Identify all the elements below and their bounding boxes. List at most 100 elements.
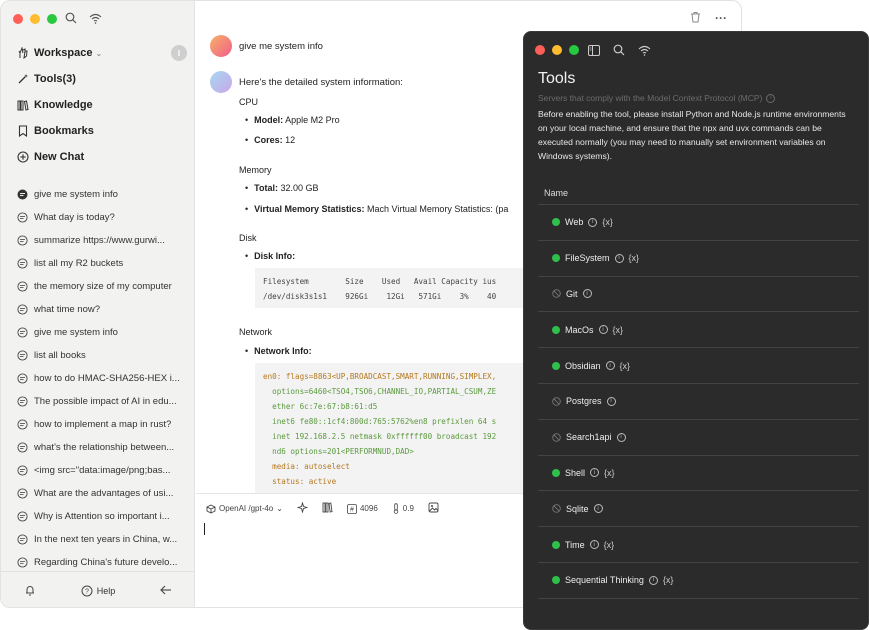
tool-row[interactable]: Postgres i — [538, 384, 859, 420]
chat-bubble-icon — [17, 442, 28, 453]
status-disabled-icon[interactable] — [552, 289, 561, 299]
search-icon[interactable] — [613, 43, 625, 61]
temperature-control[interactable]: 0.9 — [392, 503, 414, 514]
env-variables-icon[interactable]: {x} — [663, 575, 674, 585]
tool-row[interactable]: Obsidian i {x} — [538, 348, 859, 384]
tool-row[interactable]: Time i {x} — [538, 527, 859, 563]
status-enabled-icon[interactable] — [552, 361, 560, 370]
info-icon[interactable]: i — [598, 325, 608, 335]
tool-row[interactable]: Sequential Thinking i {x} — [538, 563, 859, 599]
sidebar-item-knowledge[interactable]: Knowledge — [17, 92, 187, 118]
help-label: Help — [96, 585, 116, 596]
maximize-window-button[interactable] — [47, 14, 57, 24]
status-enabled-icon[interactable] — [552, 218, 560, 227]
tool-row[interactable]: Search1api i — [538, 420, 859, 456]
list-item[interactable]: list all books — [17, 344, 185, 367]
wifi-icon[interactable] — [638, 43, 651, 61]
sidebar-item-tools[interactable]: Tools(3) — [17, 66, 187, 92]
env-variables-icon[interactable]: {x} — [602, 217, 613, 227]
list-item[interactable]: In the next ten years in China, w... — [17, 528, 185, 551]
status-disabled-icon[interactable] — [552, 432, 561, 442]
sidebar-item-bookmarks[interactable]: Bookmarks — [17, 118, 187, 144]
list-item[interactable]: summarize https://www.gurwi... — [17, 229, 185, 252]
list-item[interactable]: give me system info — [17, 183, 185, 206]
status-disabled-icon[interactable] — [552, 504, 561, 514]
tool-row[interactable]: MacOs i {x} — [538, 312, 859, 349]
chat-bubble-icon — [17, 511, 28, 522]
sidebar-item-workspace[interactable]: Workspace ⌄ I — [17, 40, 187, 66]
env-variables-icon[interactable]: {x} — [620, 361, 631, 371]
code-line: inet 192.168.2.5 netmask 0xffffff00 broa… — [263, 432, 497, 441]
sidebar-toggle-icon[interactable] — [588, 43, 600, 61]
sparkle-icon[interactable] — [296, 501, 309, 515]
status-enabled-icon[interactable] — [552, 254, 560, 263]
trash-icon[interactable] — [690, 11, 701, 26]
list-item[interactable]: give me system info — [17, 321, 185, 344]
history-label: what time now? — [34, 304, 101, 315]
status-enabled-icon[interactable] — [552, 325, 560, 334]
workspace-avatar[interactable]: I — [171, 45, 187, 61]
more-icon[interactable]: ··· — [715, 11, 727, 26]
arrow-left-icon[interactable] — [160, 585, 172, 597]
knowledge-icon[interactable] — [322, 502, 333, 515]
list-item[interactable]: what time now? — [17, 298, 185, 321]
tool-row[interactable]: Shell i {x} — [538, 456, 859, 492]
env-variables-icon[interactable]: {x} — [629, 253, 640, 263]
list-item[interactable]: What are the advantages of usi... — [17, 482, 185, 505]
wifi-icon[interactable] — [89, 11, 102, 29]
info-icon[interactable]: i — [766, 93, 776, 103]
list-item[interactable]: Why is Attention so important i... — [17, 505, 185, 528]
maximize-window-button[interactable] — [569, 45, 579, 55]
window-controls — [13, 14, 57, 24]
list-item[interactable]: how to do HMAC-SHA256-HEX i... — [17, 367, 185, 390]
info-icon[interactable]: i — [614, 253, 624, 263]
env-variables-icon[interactable]: {x} — [604, 468, 615, 478]
tool-row[interactable]: Git i — [538, 277, 859, 313]
list-item[interactable]: What day is today? — [17, 206, 185, 229]
list-item[interactable]: <img src="data:image/png;bas... — [17, 459, 185, 482]
history-label: summarize https://www.gurwi... — [34, 235, 165, 246]
info-icon[interactable]: i — [606, 396, 616, 406]
env-variables-icon[interactable]: {x} — [613, 325, 624, 335]
info-icon[interactable]: i — [616, 432, 626, 442]
memory-vm-stats: Virtual Memory Statistics: Mach Virtual … — [245, 204, 508, 214]
status-enabled-icon[interactable] — [552, 540, 560, 549]
info-icon[interactable]: i — [590, 468, 600, 478]
help-button[interactable]: ? Help — [81, 585, 116, 597]
tool-row[interactable]: Sqlite i — [538, 491, 859, 528]
tool-row[interactable]: Web i {x} — [538, 205, 859, 241]
list-item[interactable]: list all my R2 buckets — [17, 252, 185, 275]
code-line: status: active — [263, 477, 337, 486]
chat-bubble-icon — [17, 327, 28, 338]
info-icon[interactable]: i — [648, 575, 658, 585]
code-line: media: autoselect — [263, 462, 350, 471]
chat-bubble-icon — [17, 488, 28, 499]
list-item[interactable]: the memory size of my computer — [17, 275, 185, 298]
minimize-window-button[interactable] — [30, 14, 40, 24]
env-variables-icon[interactable]: {x} — [604, 540, 615, 550]
bell-icon[interactable] — [24, 584, 36, 598]
info-icon[interactable]: i — [582, 289, 592, 299]
info-icon[interactable]: i — [588, 217, 598, 227]
info-icon[interactable]: i — [589, 540, 599, 550]
close-window-button[interactable] — [535, 45, 545, 55]
window-controls — [535, 45, 579, 55]
tool-row[interactable]: FileSystem i {x} — [538, 241, 859, 277]
status-enabled-icon[interactable] — [552, 468, 560, 477]
minimize-window-button[interactable] — [552, 45, 562, 55]
max-tokens-control[interactable]: # 4096 — [347, 503, 378, 514]
search-icon[interactable] — [65, 11, 77, 29]
model-selector[interactable]: OpenAI /gpt-4o ⌄ — [206, 503, 283, 514]
page-title: Tools — [538, 70, 576, 87]
status-disabled-icon[interactable] — [552, 397, 561, 406]
list-item[interactable]: how to implement a map in rust? — [17, 413, 185, 436]
image-icon[interactable] — [428, 502, 439, 515]
info-icon[interactable]: i — [605, 361, 615, 371]
status-enabled-icon[interactable] — [552, 576, 560, 585]
disk-code-block: Filesystem Size Used Avail Capacity ius … — [255, 268, 525, 308]
list-item[interactable]: what's the relationship between... — [17, 436, 185, 459]
info-icon[interactable]: i — [593, 504, 603, 514]
list-item[interactable]: The possible impact of AI in edu... — [17, 390, 185, 413]
sidebar-item-new-chat[interactable]: New Chat — [17, 144, 187, 170]
close-window-button[interactable] — [13, 14, 23, 24]
